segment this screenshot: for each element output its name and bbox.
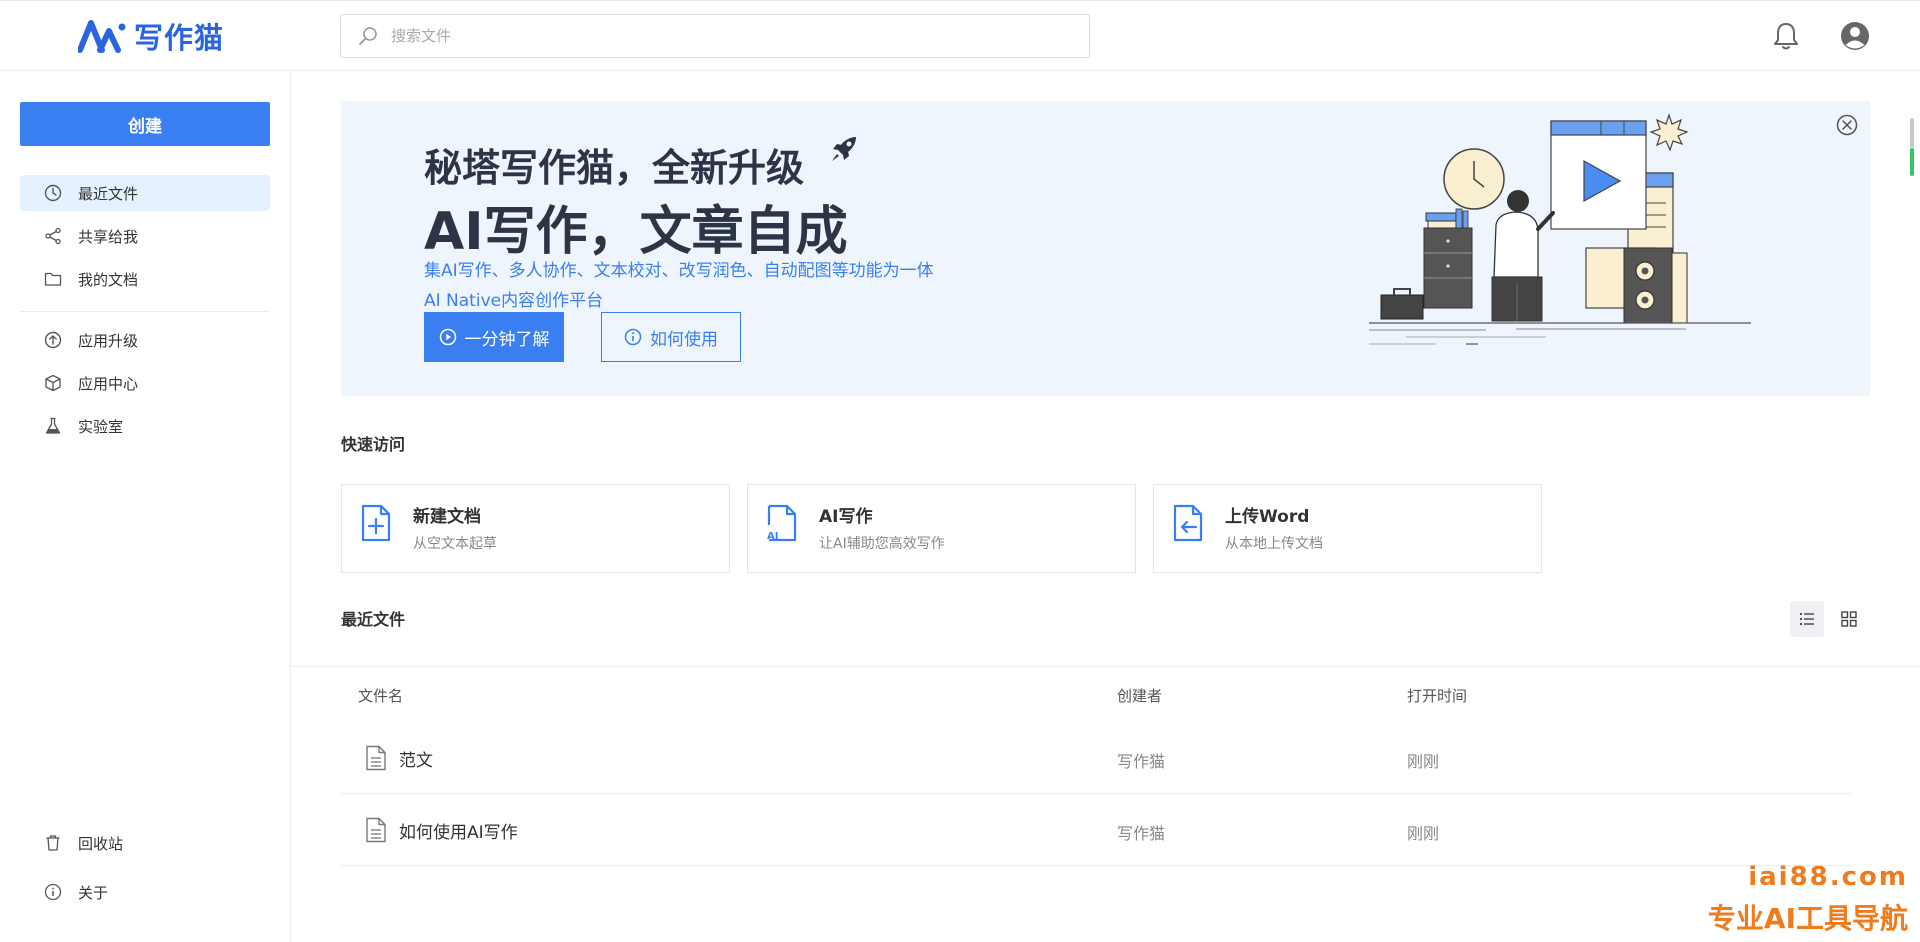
banner-subtitle: 集AI写作、多人协作、文本校对、改写润色、自动配图等功能为一体 — [424, 261, 934, 281]
banner-illustration — [1369, 113, 1751, 345]
sidebar-item-label: 我的文档 — [78, 270, 139, 289]
search-box[interactable] — [340, 14, 1090, 58]
search-icon — [359, 27, 377, 45]
recent-files-title: 最近文件 — [341, 610, 406, 629]
learn-in-one-minute-button[interactable]: 一分钟了解 — [424, 312, 564, 362]
sidebar-item-label: 回收站 — [78, 834, 124, 853]
clock-icon — [44, 184, 62, 202]
svg-text:AI: AI — [767, 531, 778, 542]
sidebar-item-app-upgrade[interactable]: 应用升级 — [20, 322, 270, 358]
top-header: 写作猫 — [0, 0, 1920, 71]
logo-mark-icon — [78, 20, 126, 53]
user-avatar-icon[interactable] — [1840, 21, 1870, 51]
info-icon — [44, 883, 62, 901]
table-row[interactable]: 范文 写作猫 刚刚 — [341, 722, 1851, 794]
column-header-creator[interactable]: 创建者 — [1117, 685, 1162, 706]
quick-card-subtitle: 从本地上传文档 — [1225, 536, 1323, 552]
quick-card-subtitle: 从空文本起草 — [413, 536, 497, 552]
bell-icon[interactable] — [1772, 21, 1800, 51]
logo[interactable]: 写作猫 — [78, 15, 224, 57]
learn-in-one-minute-label: 一分钟了解 — [464, 329, 550, 350]
quick-card-new-document[interactable]: 新建文档 从空文本起草 — [341, 484, 730, 573]
how-to-use-button[interactable]: 如何使用 — [601, 312, 741, 362]
share-icon — [45, 227, 61, 245]
play-circle-icon — [439, 328, 456, 346]
cube-icon — [45, 374, 61, 392]
sidebar-item-label: 关于 — [78, 883, 109, 902]
scroll-indicator[interactable] — [1910, 118, 1914, 176]
sidebar-item-trash[interactable]: 回收站 — [20, 825, 270, 861]
folder-icon — [44, 272, 62, 286]
rocket-icon — [832, 137, 856, 161]
quick-card-title: 上传Word — [1225, 507, 1310, 527]
sidebar-item-label: 共享给我 — [78, 227, 139, 246]
watermark-url: iai88.com — [1748, 862, 1908, 892]
promo-banner: 秘塔写作猫，全新升级 AI写作，文章自成 集AI写作、多人协作、文本校对、改写润… — [341, 101, 1870, 396]
new-doc-icon — [361, 504, 391, 542]
grid-icon — [1841, 611, 1857, 627]
quick-access-title: 快速访问 — [341, 435, 406, 454]
document-icon — [366, 745, 386, 771]
sidebar-divider — [20, 311, 270, 312]
file-creator: 写作猫 — [1117, 824, 1166, 843]
close-banner-icon[interactable] — [1836, 114, 1858, 136]
trash-icon — [46, 835, 60, 851]
file-open-time: 刚刚 — [1407, 752, 1440, 771]
sidebar-item-label: 最近文件 — [78, 184, 139, 203]
upgrade-icon — [44, 331, 62, 349]
sidebar-item-recent-files[interactable]: 最近文件 — [20, 175, 270, 211]
sidebar-item-lab[interactable]: 实验室 — [20, 408, 270, 444]
file-name: 范文 — [399, 751, 433, 771]
quick-card-upload-word[interactable]: 上传Word 从本地上传文档 — [1153, 484, 1542, 573]
file-creator: 写作猫 — [1117, 752, 1166, 771]
how-to-use-label: 如何使用 — [650, 329, 718, 350]
sidebar-item-app-center[interactable]: 应用中心 — [20, 365, 270, 401]
column-header-open-time[interactable]: 打开时间 — [1407, 685, 1467, 706]
list-icon — [1799, 612, 1814, 626]
search-input[interactable] — [391, 27, 1071, 45]
flask-icon — [45, 417, 61, 434]
banner-headline: AI写作，文章自成 — [424, 202, 848, 262]
quick-card-subtitle: 让AI辅助您高效写作 — [819, 536, 945, 552]
banner-subtitle-platform: AI Native内容创作平台 — [424, 291, 604, 311]
grid-view-toggle[interactable] — [1832, 601, 1866, 637]
column-header-filename[interactable]: 文件名 — [358, 685, 403, 706]
quick-card-title: AI写作 — [819, 507, 873, 527]
quick-card-ai-writing[interactable]: AI AI写作 让AI辅助您高效写作 — [747, 484, 1136, 573]
table-divider — [291, 666, 1920, 667]
sidebar-item-label: 应用中心 — [78, 374, 139, 393]
sidebar-item-about[interactable]: 关于 — [20, 874, 270, 910]
file-open-time: 刚刚 — [1407, 824, 1440, 843]
quick-card-title: 新建文档 — [413, 507, 481, 527]
sidebar-item-label: 实验室 — [78, 417, 124, 436]
sidebar-item-my-documents[interactable]: 我的文档 — [20, 261, 270, 297]
sidebar-item-shared-with-me[interactable]: 共享给我 — [20, 218, 270, 254]
ai-doc-icon: AI — [767, 504, 797, 542]
watermark-slogan: 专业AI工具导航 — [1707, 902, 1908, 935]
info-circle-icon — [624, 328, 642, 346]
brand-name: 写作猫 — [134, 21, 225, 55]
file-name: 如何使用AI写作 — [399, 823, 518, 843]
upload-doc-icon — [1173, 504, 1203, 542]
create-button[interactable]: 创建 — [20, 102, 270, 146]
list-view-toggle[interactable] — [1790, 601, 1824, 637]
banner-title: 秘塔写作猫，全新升级 — [424, 146, 805, 190]
table-row[interactable]: 如何使用AI写作 写作猫 刚刚 — [341, 794, 1851, 866]
sidebar-item-label: 应用升级 — [78, 331, 139, 350]
sidebar: 创建 最近文件 共享给我 我的文档 应用升级 应用中心 实验室 回收站 关于 — [0, 71, 291, 942]
document-icon — [366, 817, 386, 843]
